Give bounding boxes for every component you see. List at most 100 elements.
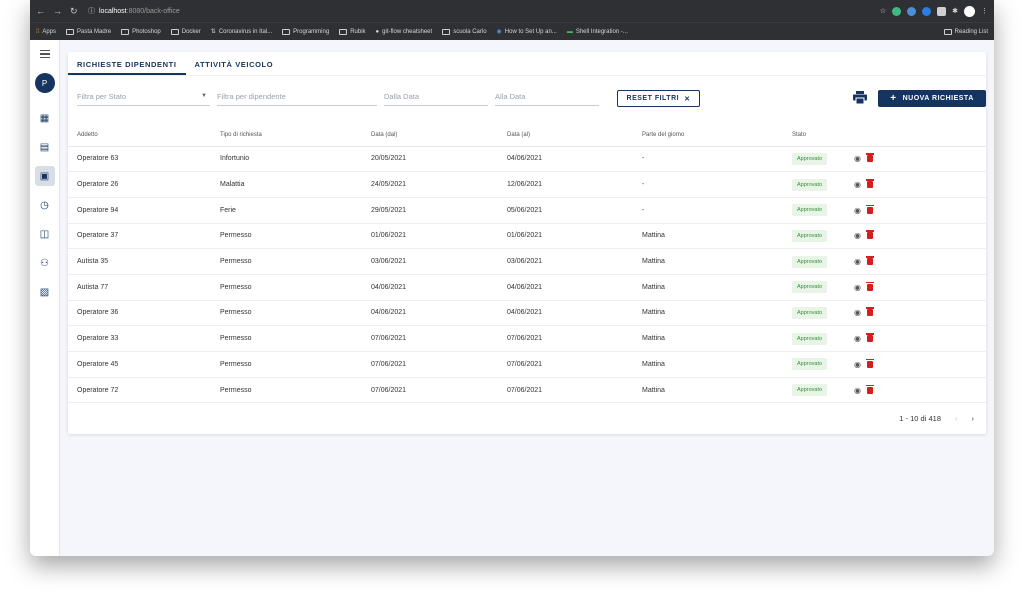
back-icon[interactable]: ←	[36, 6, 45, 16]
eye-icon[interactable]: ◉	[854, 308, 861, 317]
dalla-data-input[interactable]: Dalla Data	[384, 90, 488, 106]
trash-icon[interactable]	[865, 256, 874, 266]
eye-icon[interactable]: ◉	[854, 360, 861, 369]
table-row[interactable]: Operatore 63 Infortunio 20/05/2021 04/06/20…	[68, 146, 986, 173]
trash-icon[interactable]	[865, 384, 874, 394]
cell-data-dal: 07/06/2021	[362, 377, 498, 404]
bookmark-item[interactable]: Photoshop	[121, 28, 161, 35]
eye-icon[interactable]: ◉	[854, 206, 861, 215]
tab-richieste-dipendenti[interactable]: RICHIESTE DIPENDENTI	[68, 52, 186, 75]
extension-icon[interactable]	[907, 6, 917, 16]
cell-stato: Approvato	[783, 146, 845, 173]
status-badge: Approvato	[792, 384, 828, 397]
cell-data-al: 04/06/2021	[498, 146, 633, 173]
avatar[interactable]: P	[34, 73, 55, 93]
reset-filters-button[interactable]: RESET FILTRI ✕	[617, 90, 700, 107]
clock-icon[interactable]: ◷	[35, 195, 55, 215]
puzzle-icon[interactable]: ✱	[952, 7, 958, 15]
bookmark-item[interactable]: ● git-flow cheatsheet	[376, 29, 433, 35]
calendar-icon[interactable]: ▤	[35, 137, 55, 157]
table-row[interactable]: Operatore 72 Permesso 07/06/2021 07/06/2021…	[68, 377, 986, 404]
alla-data-input[interactable]: Alla Data	[495, 90, 599, 106]
eye-icon[interactable]: ◉	[854, 231, 861, 240]
cell-stato: Approvato	[783, 325, 845, 352]
bookmark-item[interactable]: ◉ How to Set Up an...	[497, 28, 557, 36]
hamburger-menu-icon[interactable]	[39, 50, 50, 58]
url-bar: ← → ↻ ⓘ localhost:8080/back-office ☆ ✱ ⋮	[30, 0, 994, 22]
cell-addetto: Autista 35	[68, 248, 211, 275]
eye-icon[interactable]: ◉	[854, 154, 861, 163]
bookmark-item[interactable]: Docker	[170, 28, 201, 35]
table-row[interactable]: Operatore 36 Permesso 04/06/2021 04/06/2021…	[68, 300, 986, 327]
trash-icon[interactable]	[865, 358, 874, 368]
table-row[interactable]: Operatore 45 Permesso 07/06/2021 07/06/2021…	[68, 351, 986, 378]
reload-icon[interactable]: ↻	[70, 6, 78, 17]
table-row[interactable]: Operatore 33 Permesso 07/06/2021 07/06/2021…	[68, 325, 986, 352]
eye-icon[interactable]: ◉	[854, 257, 861, 266]
nuova-richiesta-button[interactable]: + NUOVA RICHIESTA	[878, 90, 986, 107]
folder-icon	[282, 28, 291, 35]
forward-icon[interactable]: →	[53, 6, 62, 16]
bookmark-item[interactable]: ▬ Shell Integration -...	[567, 29, 628, 35]
extension-icon[interactable]	[922, 6, 932, 16]
reading-list-icon	[943, 28, 952, 35]
cell-stato: Approvato	[783, 171, 845, 198]
bookmark-item[interactable]: Programming	[282, 28, 329, 35]
document-settings-icon[interactable]: ▧	[35, 282, 55, 302]
trash-icon[interactable]	[865, 307, 874, 317]
table-row[interactable]: Operatore 26 Malattia 24/05/2021 12/06/2021…	[68, 171, 986, 198]
filter-dipendente-input[interactable]: Filtra per dipendente	[217, 90, 377, 106]
profile-icon[interactable]	[964, 5, 975, 17]
col-header-data-al[interactable]: Data (al)	[498, 124, 633, 147]
bookmark-item[interactable]: scuola Carlo	[442, 28, 487, 35]
menu-dots-icon[interactable]: ⋮	[981, 7, 988, 15]
table-row[interactable]: Autista 77 Permesso 04/06/2021 04/06/2021 Ma…	[68, 274, 986, 301]
row-actions: ◉	[854, 230, 986, 240]
star-icon[interactable]: ☆	[880, 7, 886, 15]
cell-addetto: Operatore 37	[68, 223, 211, 250]
eye-icon[interactable]: ◉	[854, 334, 861, 343]
cell-stato: Approvato	[783, 223, 845, 250]
chevron-left-icon[interactable]: ‹	[955, 414, 958, 423]
bookmark-item[interactable]: Pasta Madre	[66, 28, 111, 35]
cell-actions: ◉	[845, 274, 986, 301]
col-header-stato[interactable]: Stato	[783, 124, 845, 147]
col-header-parte-giorno[interactable]: Parte del giorno	[633, 124, 783, 147]
cell-data-al: 07/06/2021	[498, 351, 633, 378]
reading-list[interactable]: Reading List	[943, 28, 988, 35]
col-header-data-dal[interactable]: Data (dal)	[362, 124, 498, 147]
status-badge: Approvato	[792, 152, 828, 165]
chevron-right-icon[interactable]: ›	[972, 414, 975, 423]
col-header-tipo[interactable]: Tipo di richiesta	[211, 124, 362, 147]
table-row[interactable]: Operatore 94 Ferie 29/05/2021 05/06/2021- Ap…	[68, 197, 986, 224]
dashboard-icon[interactable]: ▦	[35, 108, 55, 128]
trash-icon[interactable]	[865, 153, 874, 163]
user-settings-icon[interactable]: ⚇	[35, 253, 55, 273]
bookmark-item[interactable]: Rubik	[339, 28, 366, 35]
eye-icon[interactable]: ◉	[854, 283, 861, 292]
eye-icon[interactable]: ◉	[854, 386, 861, 395]
bookmark-apps[interactable]: ⁞⁞ Apps	[36, 29, 56, 35]
print-icon[interactable]	[853, 91, 867, 104]
tab-bar: RICHIESTE DIPENDENTI ATTIVITÀ VEICOLO	[68, 52, 986, 76]
extension-icon[interactable]	[937, 6, 947, 16]
clipboard-icon[interactable]: ▣	[34, 166, 55, 186]
table-row[interactable]: Operatore 37 Permesso 01/06/2021 01/06/2021…	[68, 223, 986, 250]
col-header-addetto[interactable]: Addetto	[68, 124, 211, 147]
calendar-clock-icon[interactable]: ◫	[35, 224, 55, 244]
filter-stato-select[interactable]: Filtra per Stato ▼	[77, 90, 210, 106]
trash-icon[interactable]	[865, 333, 874, 343]
bookmark-item[interactable]: ⇅ Coronavirus in Ital...	[211, 28, 272, 36]
trash-icon[interactable]	[865, 204, 874, 214]
cell-tipo: Permesso	[211, 377, 362, 404]
address-field[interactable]: ⓘ localhost:8080/back-office	[88, 6, 880, 16]
tab-attivita-veicolo[interactable]: ATTIVITÀ VEICOLO	[186, 52, 283, 75]
trash-icon[interactable]	[865, 281, 874, 291]
vue-extension-icon[interactable]	[892, 6, 902, 16]
eye-icon[interactable]: ◉	[854, 180, 861, 189]
cell-addetto: Autista 77	[68, 274, 211, 301]
cell-data-dal: 04/06/2021	[362, 300, 498, 327]
trash-icon[interactable]	[865, 230, 874, 240]
trash-icon[interactable]	[865, 179, 874, 189]
table-row[interactable]: Autista 35 Permesso 03/06/2021 03/06/2021 Ma…	[68, 248, 986, 275]
